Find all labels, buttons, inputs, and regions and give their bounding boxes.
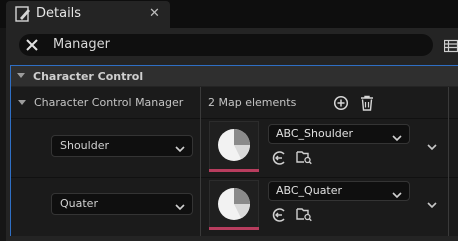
close-icon[interactable]: ✕ (149, 5, 160, 23)
row-divider (11, 177, 458, 178)
anim-asset-icon (217, 187, 251, 221)
property-label: Character Control Manager (34, 96, 184, 109)
asset-dropdown[interactable]: ABC_Quater (268, 181, 410, 201)
chevron-down-icon[interactable] (425, 197, 439, 211)
clear-icon[interactable] (24, 37, 40, 53)
asset-dropdown[interactable]: ABC_Shoulder (268, 124, 410, 144)
asset-thumbnail[interactable] (209, 121, 259, 171)
search-input[interactable]: Manager (53, 37, 110, 52)
chevron-down-icon (174, 140, 186, 153)
asset-value: ABC_Quater (276, 184, 343, 197)
chevron-down-icon (174, 198, 186, 211)
trash-icon[interactable] (360, 95, 374, 111)
column-splitter[interactable] (448, 87, 449, 236)
chevron-down-icon[interactable] (425, 139, 439, 153)
tab-title: Details (36, 6, 82, 21)
asset-type-bar (209, 169, 259, 172)
browse-asset-icon[interactable] (296, 149, 312, 165)
use-selected-icon[interactable] (272, 150, 286, 165)
tab-details[interactable]: Details ✕ (6, 1, 170, 28)
category-label: Character Control (33, 70, 144, 83)
map-element-count: 2 Map elements (208, 96, 297, 109)
use-selected-icon[interactable] (272, 207, 286, 222)
add-element-icon[interactable] (333, 95, 349, 111)
expand-arrow-icon[interactable] (18, 100, 26, 105)
asset-type-bar (209, 227, 259, 230)
chevron-down-icon (391, 129, 403, 142)
collapse-arrow-icon[interactable] (17, 73, 25, 78)
key-dropdown[interactable]: Shoulder (51, 135, 193, 157)
chevron-down-icon (391, 186, 403, 199)
key-value: Shoulder (60, 139, 109, 152)
anim-asset-icon (217, 128, 251, 162)
asset-value: ABC_Shoulder (276, 127, 354, 140)
key-dropdown[interactable]: Quater (51, 193, 193, 215)
pencil-icon (14, 5, 32, 23)
key-value: Quater (60, 197, 98, 210)
row-divider (11, 118, 458, 119)
grid-view-icon[interactable] (443, 38, 458, 53)
asset-thumbnail[interactable] (209, 180, 259, 230)
panel-gutter (0, 28, 6, 241)
column-splitter[interactable] (200, 87, 201, 236)
browse-asset-icon[interactable] (296, 206, 312, 222)
